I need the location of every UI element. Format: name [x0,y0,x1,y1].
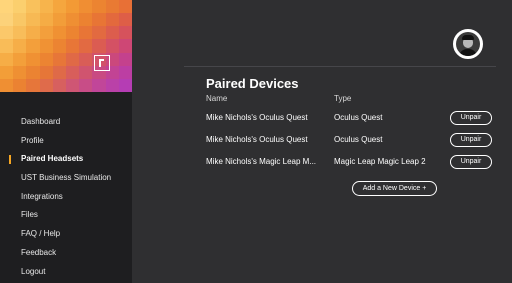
mosaic-tile [13,26,27,40]
mosaic-tile [79,52,93,66]
mosaic-tile [79,13,93,27]
mosaic-tile [13,52,27,66]
mosaic-tile [39,26,53,40]
mosaic-tile [26,13,40,27]
mosaic-tile [105,39,119,53]
mosaic-tile [118,26,132,40]
device-type: Oculus Quest [334,113,383,122]
device-type: Oculus Quest [334,135,383,144]
mosaic-tile [26,78,40,92]
user-avatar-icon[interactable] [453,29,483,59]
sidebar-item-faq-help[interactable]: FAQ / Help [0,225,132,244]
mosaic-tile [26,52,40,66]
mosaic-tile [92,0,106,14]
mosaic-tile [39,65,53,79]
sidebar-item-logout[interactable]: Logout [0,263,132,282]
mosaic-tile [79,65,93,79]
sidebar-item-dashboard[interactable]: Dashboard [0,113,132,132]
mosaic-tile [65,39,80,53]
mosaic-tile [65,26,80,40]
mosaic-tile [0,78,14,92]
sidebar-item-files[interactable]: Files [0,206,132,225]
column-header-name: Name [206,94,228,103]
unpair-button[interactable]: Unpair [450,111,492,125]
mosaic-tile [0,52,14,66]
mosaic-tile [52,65,66,79]
sidebar-item-feedback[interactable]: Feedback [0,244,132,263]
mosaic-tile [0,26,14,40]
mosaic-tile [0,65,14,79]
mosaic-tile [13,78,27,92]
device-type: Magic Leap Magic Leap 2 [334,157,426,166]
page-title: Paired Devices [206,76,299,91]
add-new-device-button[interactable]: Add a New Device + [352,181,437,196]
mosaic-tile [79,26,93,40]
mosaic-tile [105,13,119,27]
mosaic-tile [79,0,93,14]
mosaic-tile [65,52,80,66]
mosaic-tile [65,13,80,27]
mosaic-tile [92,13,106,27]
device-name: Mike Nichols's Oculus Quest [206,113,308,122]
mosaic-tile [92,78,106,92]
unpair-button[interactable]: Unpair [450,133,492,147]
sidebar: Dashboard Profile Paired Headsets UST Bu… [0,0,132,283]
mosaic-tile [79,39,93,53]
mosaic-tile [39,52,53,66]
column-header-type: Type [334,94,352,103]
mosaic-tile [39,39,53,53]
mosaic-tile [118,52,132,66]
device-name: Mike Nichols's Oculus Quest [206,135,308,144]
mosaic-tile [118,0,132,14]
mosaic-tile [13,0,27,14]
mosaic-tile [39,13,53,27]
mosaic-tile [92,39,106,53]
mosaic-tile [26,0,40,14]
mosaic-tile [13,39,27,53]
mosaic-tile [118,39,132,53]
table-row: Mike Nichols's Oculus Quest Oculus Quest… [206,133,496,147]
mosaic-tile [26,39,40,53]
mosaic-tile [52,52,66,66]
table-row: Mike Nichols's Magic Leap M... Magic Lea… [206,155,496,169]
mosaic-tile [52,39,66,53]
mosaic-tile [13,13,27,27]
header-divider [184,66,496,67]
mosaic-tile [105,0,119,14]
mosaic-tile [52,13,66,27]
mosaic-tile [65,65,80,79]
mosaic-tile [105,78,119,92]
mosaic-tile [52,26,66,40]
unpair-button[interactable]: Unpair [450,155,492,169]
sidebar-item-ust-business-simulation[interactable]: UST Business Simulation [0,169,132,188]
mosaic-tile [0,0,14,14]
mosaic-tile [65,0,80,14]
logo-icon[interactable] [94,55,110,71]
sidebar-item-paired-headsets[interactable]: Paired Headsets [0,150,132,169]
sidebar-item-integrations[interactable]: Integrations [0,188,132,207]
mosaic-tile [79,78,93,92]
mosaic-tile [118,13,132,27]
brand-mosaic [0,0,132,92]
mosaic-tile [13,65,27,79]
mosaic-tile [0,13,14,27]
mosaic-tile [26,65,40,79]
mosaic-tile [52,78,66,92]
mosaic-tile [118,65,132,79]
mosaic-tile [26,26,40,40]
mosaic-tile [0,39,14,53]
table-row: Mike Nichols's Oculus Quest Oculus Quest… [206,111,496,125]
mosaic-tile [118,78,132,92]
mosaic-tile [105,26,119,40]
mosaic-tile [52,0,66,14]
mosaic-tile [65,78,80,92]
sidebar-nav: Dashboard Profile Paired Headsets UST Bu… [0,113,132,281]
sidebar-item-profile[interactable]: Profile [0,132,132,151]
mosaic-tile [39,0,53,14]
mosaic-tile [92,26,106,40]
device-name: Mike Nichols's Magic Leap M... [206,157,317,166]
mosaic-tile [39,78,53,92]
